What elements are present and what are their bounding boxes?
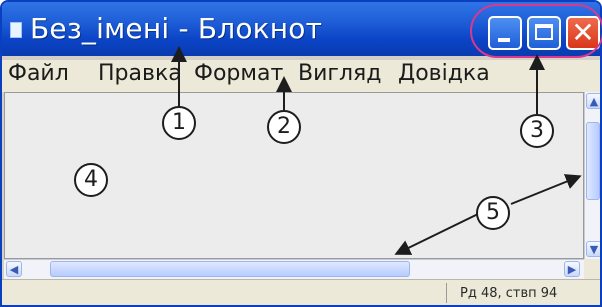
callout-arrows (171, 46, 582, 255)
callout-arrow-5b (510, 174, 582, 205)
callout-3: 3 (520, 114, 554, 148)
callout-2: 2 (267, 110, 301, 144)
callout-1: 1 (162, 106, 196, 140)
callout-arrow-5a (394, 213, 479, 255)
callout-5: 5 (476, 196, 510, 230)
callout-4: 4 (74, 163, 108, 197)
